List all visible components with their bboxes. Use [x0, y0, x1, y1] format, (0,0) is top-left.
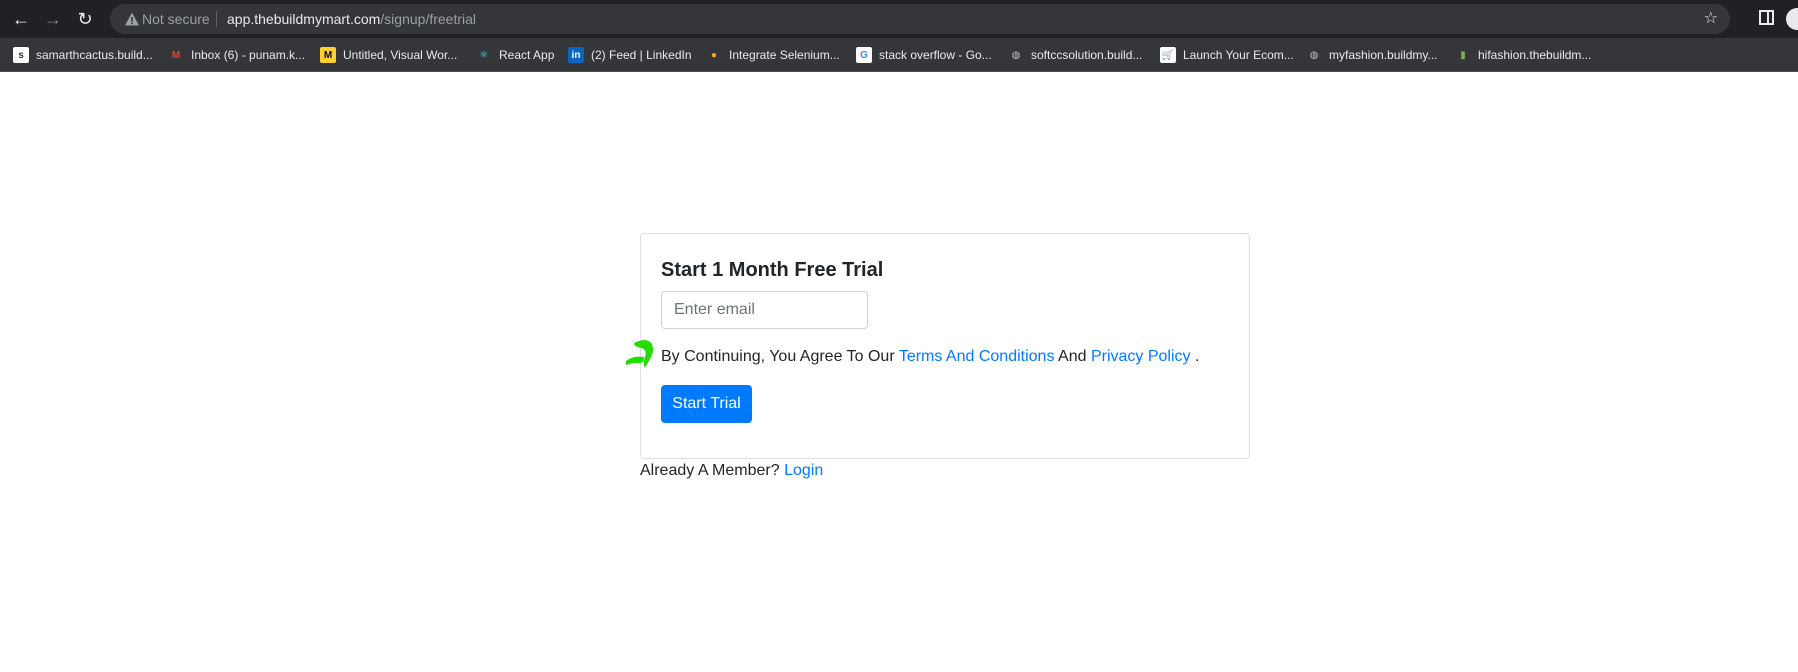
browser-toolbar: ← → ↻ Not secure app.thebuildmymart.com/… [0, 0, 1798, 38]
forward-arrow-icon[interactable]: → [41, 7, 65, 31]
bookmark-favicon-icon: s [13, 47, 29, 63]
bookmark-favicon-icon: M [320, 47, 336, 63]
terms-agreement: By Continuing, You Agree To Our Terms An… [661, 347, 1199, 367]
address-bar[interactable]: Not secure app.thebuildmymart.com/signup… [110, 4, 1730, 34]
bookmarks-bar: s samarthcactus.build... M Inbox (6) - puna… [0, 38, 1798, 72]
bookmark-favicon-icon: ⚛ [476, 47, 492, 63]
warning-icon [125, 12, 139, 26]
bookmark-star-icon[interactable]: ☆ [1704, 9, 1718, 29]
bookmark-favicon-icon: ◍ [1008, 47, 1024, 63]
security-status[interactable]: Not secure [142, 11, 210, 27]
bookmark-label: softccsolution.build... [1031, 48, 1143, 62]
back-arrow-icon[interactable]: ← [9, 7, 33, 31]
agree-suffix: . [1194, 348, 1200, 365]
bookmark-item[interactable]: M Untitled, Visual Wor... [320, 46, 457, 64]
reload-icon[interactable]: ↻ [73, 7, 97, 31]
bookmark-label: React App [499, 48, 555, 62]
bookmark-favicon-icon: ▮ [1455, 47, 1471, 63]
bookmark-item[interactable]: s samarthcactus.build... [13, 46, 153, 64]
bookmark-item[interactable]: M Inbox (6) - punam.k... [168, 46, 305, 64]
page-url[interactable]: app.thebuildmymart.com/signup/freetrial [227, 11, 476, 27]
bookmark-label: Untitled, Visual Wor... [343, 48, 458, 62]
side-panel-icon[interactable] [1759, 10, 1774, 25]
bookmark-label: hifashion.thebuildm... [1478, 48, 1592, 62]
bookmark-label: (2) Feed | LinkedIn [591, 48, 692, 62]
privacy-link[interactable]: Privacy Policy [1091, 348, 1191, 365]
bookmark-favicon-icon: G [856, 47, 872, 63]
address-separator [216, 11, 217, 27]
url-path: /signup/freetrial [380, 11, 477, 27]
bookmark-label: Inbox (6) - punam.k... [191, 48, 306, 62]
signup-card: Start 1 Month Free Trial By Continuing, … [640, 233, 1250, 459]
bookmark-label: myfashion.buildmy... [1329, 48, 1438, 62]
bookmark-favicon-icon: ● [706, 47, 722, 63]
bookmark-item[interactable]: ▮ hifashion.thebuildm... [1455, 46, 1591, 64]
bookmark-label: stack overflow - Go... [879, 48, 992, 62]
bookmark-item[interactable]: ◍ softccsolution.build... [1008, 46, 1142, 64]
login-link[interactable]: Login [784, 462, 823, 479]
bookmark-item[interactable]: ⚛ React App [476, 46, 554, 64]
bookmark-item[interactable]: in (2) Feed | LinkedIn [568, 46, 692, 64]
terms-link[interactable]: Terms And Conditions [899, 348, 1055, 365]
bookmark-label: Integrate Selenium... [729, 48, 840, 62]
green-arrow-icon [626, 340, 654, 368]
bookmark-favicon-icon: 🛒 [1160, 47, 1176, 63]
and-text: And [1058, 348, 1087, 365]
bookmark-label: samarthcactus.build... [36, 48, 153, 62]
start-trial-button[interactable]: Start Trial [661, 385, 752, 423]
bookmark-item[interactable]: ◍ myfashion.buildmy... [1306, 46, 1438, 64]
bookmark-label: Launch Your Ecom... [1183, 48, 1294, 62]
agree-prefix: By Continuing, You Agree To Our [661, 348, 895, 365]
url-host: app.thebuildmymart.com [227, 11, 381, 27]
member-text: Already A Member? [640, 462, 780, 479]
bookmark-favicon-icon: ◍ [1306, 47, 1322, 63]
bookmark-item[interactable]: 🛒 Launch Your Ecom... [1160, 46, 1294, 64]
profile-avatar-icon[interactable] [1786, 8, 1798, 30]
bookmark-item[interactable]: Gstack overflow - Go... [856, 46, 992, 64]
login-prompt: Already A Member? Login [640, 461, 823, 481]
bookmark-favicon-icon: M [168, 47, 184, 63]
bookmark-favicon-icon: in [568, 47, 584, 63]
card-title: Start 1 Month Free Trial [661, 259, 884, 281]
email-input[interactable] [661, 291, 868, 329]
bookmark-item[interactable]: ● Integrate Selenium... [706, 46, 840, 64]
